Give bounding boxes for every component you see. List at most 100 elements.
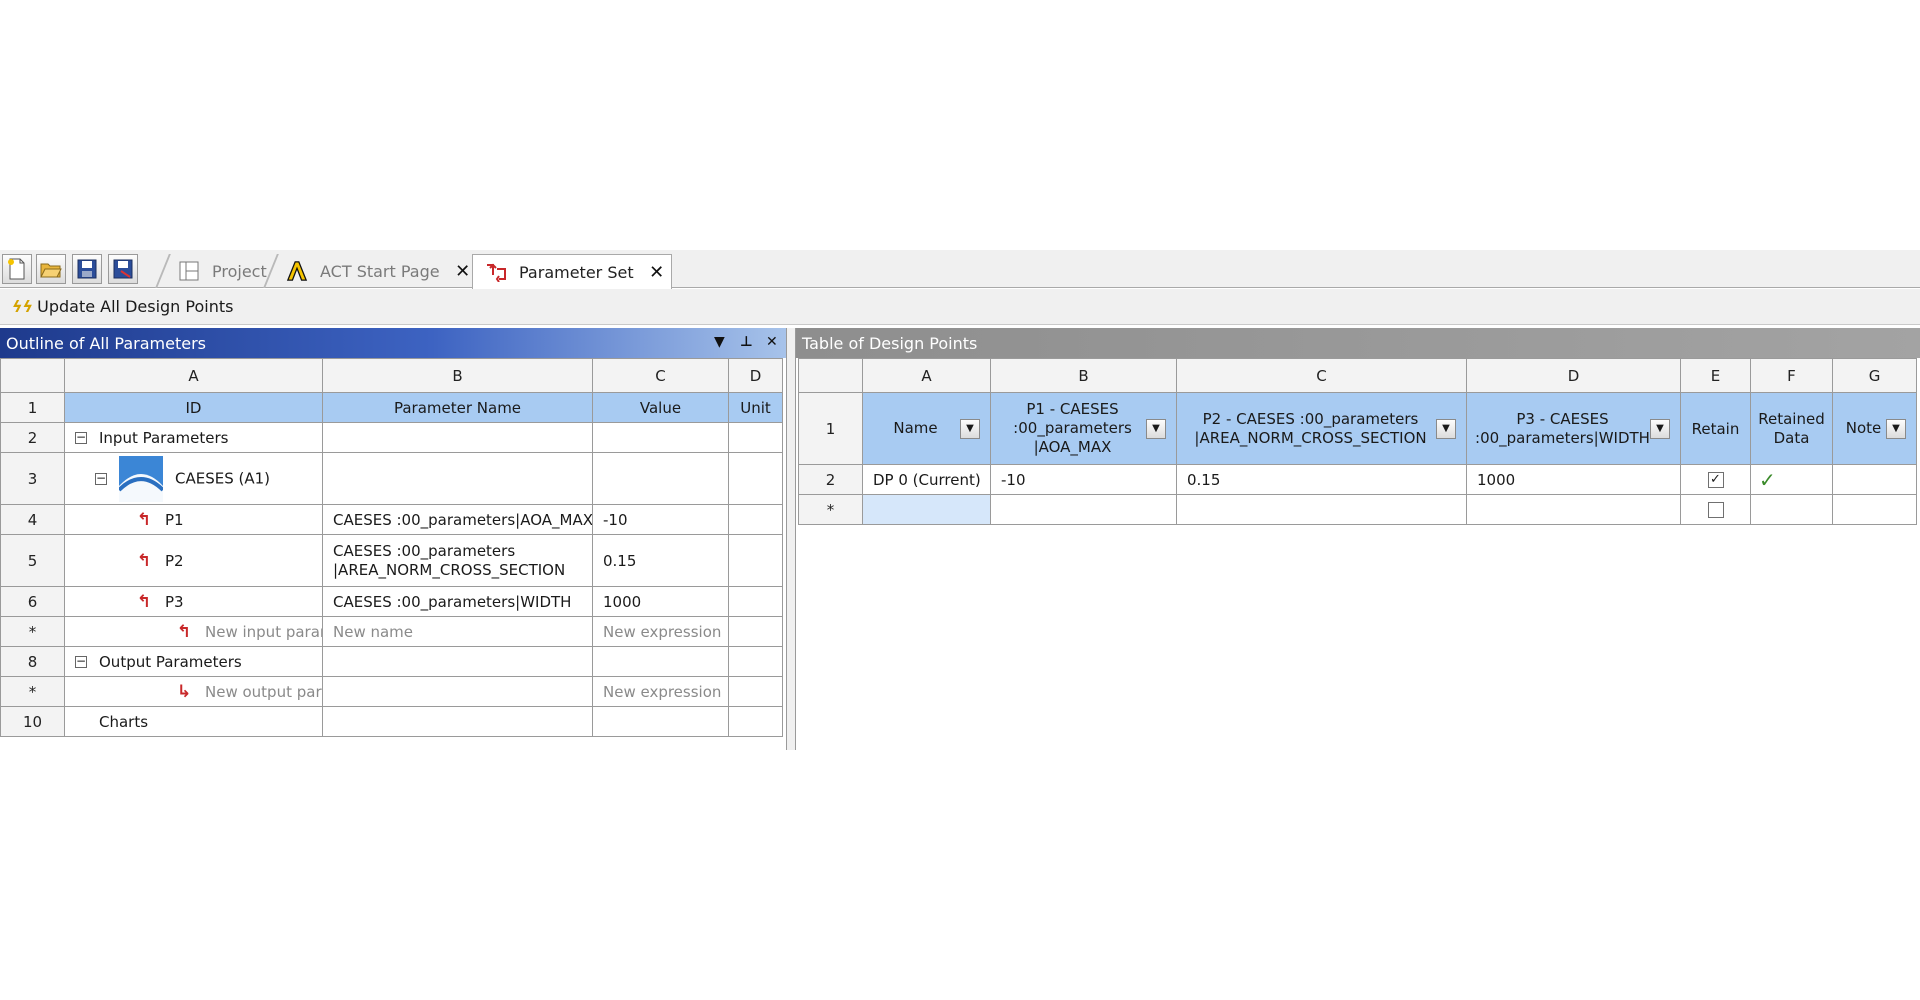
open-folder-icon[interactable] [36,254,66,284]
table-row[interactable]: 5 ↰ P2 CAESES :00_parameters |AREA_NORM_C… [0,534,783,587]
retain-checkbox[interactable] [1707,502,1724,518]
panel-splitter[interactable] [786,328,796,750]
pin-icon[interactable]: ⊥ [740,334,753,350]
tab-project[interactable]: Project [166,254,267,288]
value-cell[interactable] [592,706,729,737]
dp-name-cell[interactable]: DP 0 (Current) [862,464,991,495]
column-header[interactable]: A [64,358,323,393]
new-name-placeholder[interactable]: New name [322,616,593,647]
chevron-down-icon[interactable]: ▼ [1650,418,1670,439]
close-icon[interactable]: ✕ [766,334,778,350]
value-cell[interactable] [592,452,729,505]
table-row[interactable]: * [798,494,1917,525]
value-cell[interactable]: 1000 [592,586,729,617]
column-header[interactable]: C [1176,358,1467,393]
tab-bar: Project ACT Start Page ✕ Parameter Set ✕ [0,250,1920,289]
close-icon[interactable]: ✕ [648,262,666,283]
value-cell[interactable]: 0.15 [592,534,729,587]
value-cell[interactable] [592,646,729,677]
header-line: |AOA_MAX [1033,438,1112,456]
unit-cell[interactable] [728,706,783,737]
column-header[interactable]: E [1680,358,1751,393]
note-cell[interactable] [1832,494,1917,525]
name-cell[interactable] [322,646,593,677]
new-input-row[interactable]: * ↰ New input parameter New name New expr… [0,616,783,647]
column-header[interactable]: B [990,358,1177,393]
header-name: Name ▼ [862,392,991,465]
tab-label: ACT Start Page [320,261,440,281]
unit-cell[interactable] [728,422,783,453]
update-all-design-points-button[interactable]: Update All Design Points [37,297,233,316]
row-number: 1 [0,392,65,423]
p2-value-cell[interactable]: 0.15 [1176,464,1467,495]
name-cell[interactable] [322,422,593,453]
name-cell[interactable] [322,676,593,707]
header-line: P2 - CAESES :00_parameters [1202,409,1419,428]
new-output-row[interactable]: * ↳ New output parameter New expression [0,676,783,707]
new-expression-placeholder[interactable]: New expression [592,676,729,707]
collapse-icon[interactable]: − [75,431,87,444]
new-file-icon[interactable] [2,254,32,284]
tab-act-start-page[interactable]: ACT Start Page ✕ [274,254,472,288]
table-row[interactable]: 10 Charts [0,706,783,737]
name-cell[interactable]: CAESES :00_parameters |AREA_NORM_CROSS_S… [322,534,593,587]
value-cell[interactable] [592,422,729,453]
name-cell[interactable] [322,452,593,505]
unit-cell[interactable] [728,676,783,707]
id-cell[interactable]: ↳ New output parameter [64,676,323,707]
value-cell[interactable]: -10 [592,504,729,535]
name-cell[interactable]: CAESES :00_parameters|AOA_MAX [322,504,593,535]
row-number: * [0,676,65,707]
collapse-icon[interactable]: − [95,472,107,485]
unit-cell[interactable] [728,616,783,647]
id-cell[interactable]: Charts [64,706,323,737]
chevron-down-icon[interactable]: ▼ [960,418,980,439]
id-cell[interactable]: ↰ P2 [64,534,323,587]
id-cell[interactable]: − CAESES (A1) [64,452,323,505]
dp-name-cell[interactable] [862,494,991,525]
p3-value-cell[interactable] [1466,494,1681,525]
table-row[interactable]: 2 DP 0 (Current) -10 0.15 1000 ✓ ✓ [798,464,1917,495]
p1-value-cell[interactable] [990,494,1177,525]
p1-value-cell[interactable]: -10 [990,464,1177,495]
table-row[interactable]: 6 ↰ P3 CAESES :00_parameters|WIDTH 1000 [0,586,783,617]
unit-cell[interactable] [728,646,783,677]
retained-data-cell [1750,494,1833,525]
save-as-icon[interactable] [108,254,138,284]
unit-cell[interactable] [728,452,783,505]
retain-checkbox[interactable]: ✓ [1707,472,1724,488]
table-row[interactable]: 2 − Input Parameters [0,422,783,453]
new-expression-placeholder[interactable]: New expression [592,616,729,647]
collapse-icon[interactable]: − [75,655,87,668]
close-icon[interactable]: ✕ [454,261,472,282]
id-cell[interactable]: ↰ New input parameter [64,616,323,647]
table-row[interactable]: 8 − Output Parameters [0,646,783,677]
column-header[interactable]: B [322,358,593,393]
unit-cell[interactable] [728,504,783,535]
column-header[interactable]: D [1466,358,1681,393]
p2-value-cell[interactable] [1176,494,1467,525]
unit-cell[interactable] [728,534,783,587]
chevron-down-icon[interactable]: ▼ [1436,418,1456,439]
dropdown-arrow-icon[interactable]: ▼ [714,334,725,350]
table-row[interactable]: 4 ↰ P1 CAESES :00_parameters|AOA_MAX -10 [0,504,783,535]
column-header[interactable]: F [1750,358,1833,393]
note-cell[interactable] [1832,464,1917,495]
id-cell[interactable]: − Input Parameters [64,422,323,453]
name-cell[interactable] [322,706,593,737]
id-cell[interactable]: ↰ P1 [64,504,323,535]
name-cell[interactable]: CAESES :00_parameters|WIDTH [322,586,593,617]
table-row[interactable]: 3 − CAESES (A1) [0,452,783,505]
id-cell[interactable]: − Output Parameters [64,646,323,677]
column-header[interactable]: A [862,358,991,393]
column-header[interactable]: C [592,358,729,393]
chevron-down-icon[interactable]: ▼ [1146,418,1166,439]
save-icon[interactable] [72,254,102,284]
column-header[interactable]: G [1832,358,1917,393]
column-header[interactable]: D [728,358,783,393]
id-cell[interactable]: ↰ P3 [64,586,323,617]
tab-parameter-set[interactable]: Parameter Set ✕ [472,254,672,289]
unit-cell[interactable] [728,586,783,617]
p3-value-cell[interactable]: 1000 [1466,464,1681,495]
chevron-down-icon[interactable]: ▼ [1886,418,1906,439]
